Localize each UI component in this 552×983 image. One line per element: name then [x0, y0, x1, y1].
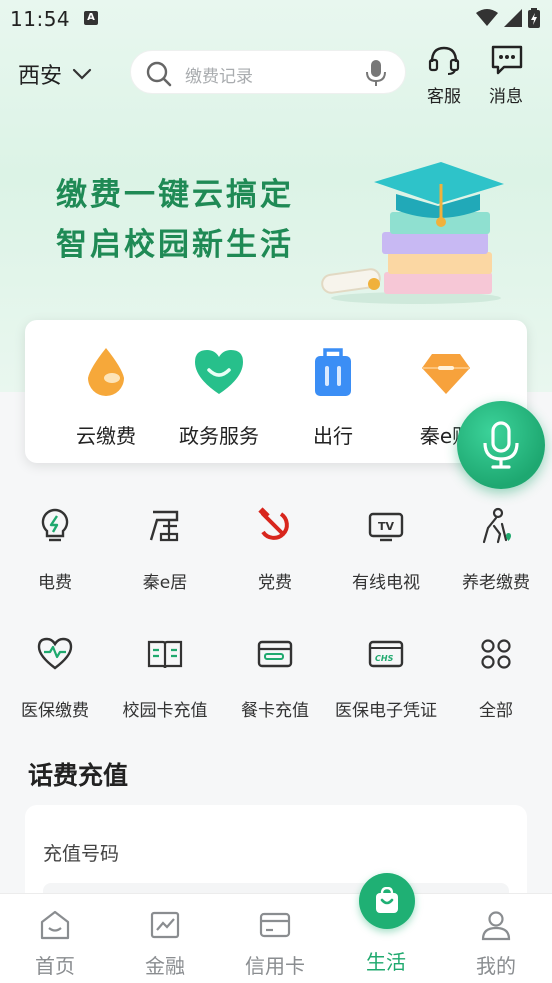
city-label: 西安: [18, 64, 63, 89]
qin-e-residence-label: 秦e居: [142, 573, 188, 593]
messages-button[interactable]: 消息: [476, 44, 536, 107]
tv-icon: TV: [368, 512, 404, 542]
status-icons: [476, 8, 540, 28]
nav-finance[interactable]: 金融: [110, 908, 220, 979]
medical-e-voucher-label: 医保电子凭证: [335, 701, 437, 721]
chs-card-icon: CHS: [368, 640, 404, 668]
cloud-payment-label: 云缴费: [76, 424, 136, 448]
promo-banner[interactable]: 缴费一键云搞定 智启校园新生活: [56, 170, 294, 270]
electricity-fee-button[interactable]: 电费: [0, 506, 110, 593]
search-icon: [146, 61, 172, 87]
battery-icon: [528, 8, 540, 28]
qin-e-residence-button[interactable]: 秦e居: [110, 506, 220, 593]
meal-card-recharge-button[interactable]: 餐卡充值: [220, 634, 330, 721]
search-placeholder: 缴费记录: [185, 67, 253, 87]
gov-services-button[interactable]: 政务服务: [161, 344, 277, 449]
nav-credit-card-label: 信用卡: [245, 954, 305, 978]
cable-tv-label: 有线电视: [352, 573, 420, 593]
cable-tv-button[interactable]: TV 有线电视: [331, 506, 441, 593]
nav-finance-label: 金融: [145, 954, 185, 978]
banner-title-line1: 缴费一键云搞定: [56, 177, 294, 213]
heart-smile-icon: [195, 350, 243, 394]
electricity-fee-label: 电费: [38, 573, 72, 593]
all-apps-icon: [481, 639, 511, 669]
shopping-bag-icon: [376, 887, 398, 913]
campus-card-recharge-button[interactable]: 校园卡充值: [110, 634, 220, 721]
gov-services-label: 政务服务: [179, 424, 259, 448]
recharge-number-label: 充值号码: [43, 843, 120, 865]
messages-label: 消息: [489, 87, 523, 107]
phone-recharge-title: 话费充值: [28, 761, 129, 790]
pension-payment-button[interactable]: 养老缴费: [441, 506, 551, 593]
a-notification-icon: A: [84, 11, 98, 25]
signal-icon: [504, 9, 522, 27]
customer-service-label: 客服: [427, 87, 461, 107]
quick-services-card: 云缴费 政务服务 出行 秦e购: [25, 320, 527, 463]
meal-card-recharge-label: 餐卡充值: [241, 701, 309, 721]
elderly-icon: [482, 507, 511, 544]
party-fee-label: 党费: [258, 573, 292, 593]
wifi-icon: [476, 9, 498, 26]
nav-home[interactable]: 首页: [0, 908, 110, 979]
nav-profile-label: 我的: [476, 954, 516, 978]
voice-assistant-button[interactable]: [457, 401, 545, 489]
city-selector[interactable]: 西安: [18, 58, 92, 90]
lightbulb-icon: [41, 508, 69, 542]
party-fee-button[interactable]: 党费: [220, 506, 330, 593]
microphone-icon: [483, 421, 519, 469]
home-icon: [40, 910, 70, 940]
svg-text:CHS: CHS: [375, 654, 394, 663]
customer-service-button[interactable]: 客服: [414, 44, 474, 107]
diamond-icon: [422, 354, 470, 394]
all-services-label: 全部: [479, 701, 513, 721]
microphone-icon[interactable]: [365, 59, 387, 87]
nav-life-label: 生活: [366, 950, 406, 974]
graduation-books-illustration: [321, 162, 504, 304]
book-card-icon: [147, 640, 183, 669]
travel-button[interactable]: 出行: [275, 344, 391, 449]
status-time: 11:54: [10, 7, 71, 31]
campus-card-recharge-label: 校园卡充值: [122, 701, 208, 721]
all-services-button[interactable]: 全部: [441, 634, 551, 721]
meal-card-icon: [257, 640, 293, 668]
svg-text:TV: TV: [378, 520, 395, 533]
message-icon: [491, 45, 523, 75]
phone-recharge-card: 充值号码: [25, 805, 527, 913]
heart-pulse-icon: [37, 637, 73, 670]
search-bar[interactable]: 缴费记录: [130, 50, 406, 94]
profile-icon: [481, 911, 511, 941]
residence-icon: [149, 510, 179, 542]
cloud-payment-button[interactable]: 云缴费: [48, 344, 164, 449]
bottom-navigation: 首页 金融 信用卡 生活 我的: [0, 893, 552, 983]
travel-label: 出行: [313, 424, 353, 448]
banner-title-line2: 智启校园新生活: [56, 227, 294, 263]
nav-credit-card[interactable]: 信用卡: [220, 908, 330, 979]
headset-icon: [428, 46, 460, 75]
pension-payment-label: 养老缴费: [462, 573, 530, 593]
nav-life-bubble[interactable]: [359, 873, 415, 929]
credit-card-icon: [259, 912, 291, 938]
chevron-down-icon: [72, 68, 92, 80]
water-drop-icon: [88, 348, 124, 396]
medical-e-voucher-button[interactable]: CHS 医保电子凭证: [331, 634, 441, 721]
nav-home-label: 首页: [35, 954, 75, 978]
status-bar: 11:54 A: [0, 0, 552, 38]
nav-profile[interactable]: 我的: [441, 908, 551, 979]
finance-chart-icon: [150, 911, 180, 939]
luggage-icon: [315, 348, 351, 396]
medical-insurance-payment-label: 医保缴费: [21, 701, 89, 721]
medical-insurance-payment-button[interactable]: 医保缴费: [0, 634, 110, 721]
hammer-sickle-icon: [258, 507, 289, 540]
